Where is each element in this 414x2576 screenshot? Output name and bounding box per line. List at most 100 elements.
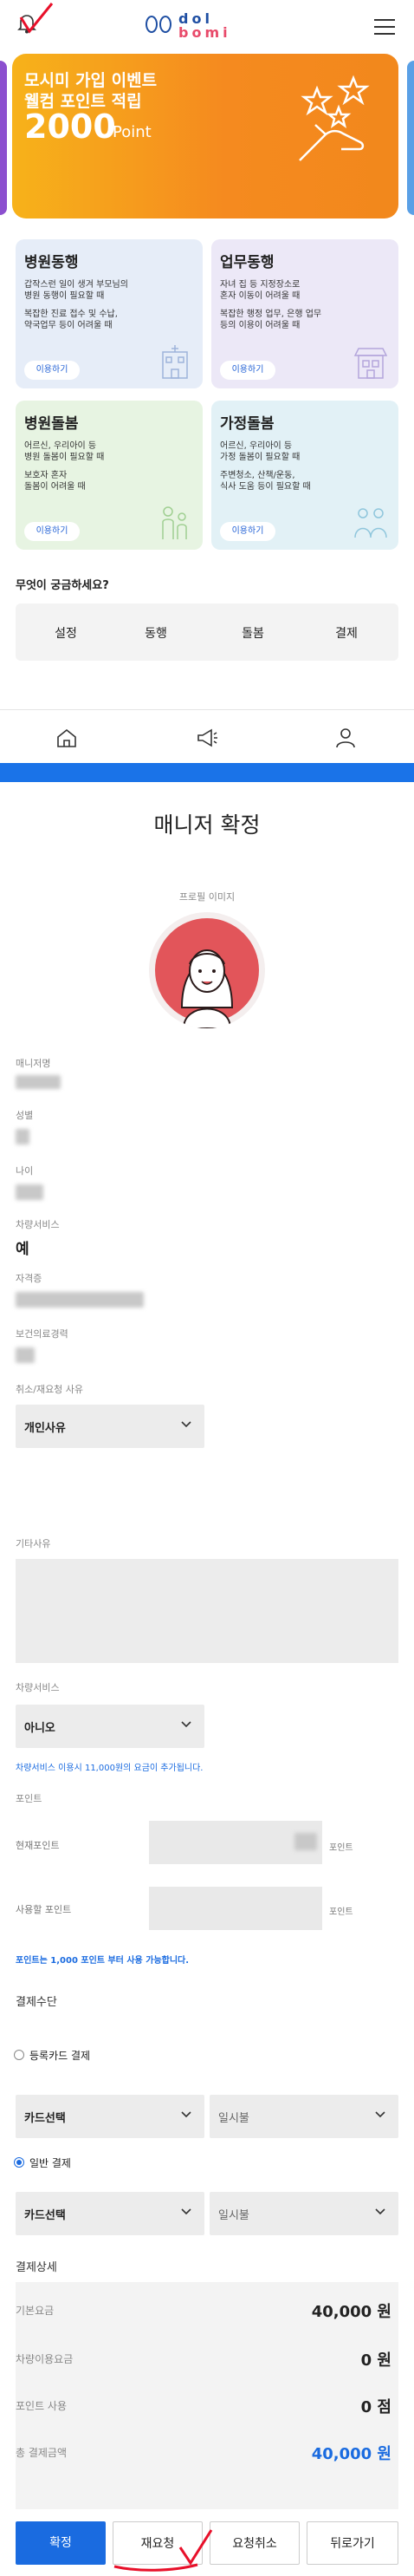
manager-name-value-redacted	[16, 1075, 61, 1089]
event-banner[interactable]: 모시미 가입 이벤트 웰컴 포인트 적립 2000 Point	[12, 54, 398, 218]
card-title: 병원돌봄	[24, 415, 79, 433]
point-use-value: 0 점	[360, 2398, 391, 2416]
card-desc: 병원 돌봄이 필요할 때	[24, 453, 105, 462]
vehicle-fee-label: 차량이용요금	[16, 2353, 74, 2365]
carousel-next-slide[interactable]	[407, 61, 414, 215]
cancel-request-button[interactable]: 요청취소	[210, 2521, 300, 2565]
other-reason-textarea[interactable]	[16, 1559, 398, 1663]
profile-image-label: 프로필 이미지	[178, 891, 236, 903]
use-button[interactable]: 이용하기	[24, 361, 80, 380]
service-card-hospital-companion[interactable]: 병원동행 갑작스런 일이 생겨 부모님의 병원 동행이 필요할 때 복잡한 진료…	[16, 239, 203, 388]
card-desc: 등의 이용이 어려울 때	[220, 321, 301, 330]
user-icon[interactable]	[334, 727, 357, 749]
other-reason-label: 기타사유	[16, 1538, 51, 1549]
reason-label: 취소/재요청 사유	[16, 1384, 84, 1395]
experience-value-redacted	[16, 1347, 35, 1363]
banner-point-unit: Point	[113, 123, 152, 141]
point-label: 포인트	[16, 1793, 42, 1804]
faq-item-payment[interactable]: 결제	[320, 624, 372, 642]
banner-line1: 모시미 가입 이벤트	[24, 71, 158, 90]
general-installment-select[interactable]: 일시불	[210, 2192, 398, 2235]
general-payment-radio[interactable]	[14, 2157, 24, 2168]
experience-label: 보건의료경력	[16, 1328, 68, 1340]
gender-label: 성별	[16, 1110, 34, 1121]
use-button[interactable]: 이용하기	[220, 361, 275, 380]
card-desc: 보호자 혼자	[24, 471, 68, 480]
family-icon	[352, 503, 390, 541]
current-point-unit: 포인트	[329, 1843, 353, 1853]
point-note: 포인트는 1,000 포인트 부터 사용 가능합니다.	[16, 1956, 190, 1966]
general-card-select[interactable]: 카드선택	[16, 2192, 204, 2235]
age-value-redacted	[16, 1184, 43, 1200]
card-desc: 어르신, 우리아이 등	[220, 441, 293, 451]
reason-select-value: 개인사유	[24, 1422, 66, 1435]
card-desc: 가정 돌봄이 필요할 때	[220, 453, 301, 462]
card-select-value: 카드선택	[24, 2209, 66, 2222]
chevron-down-icon	[374, 2107, 386, 2119]
back-button[interactable]: 뒤로가기	[307, 2521, 398, 2565]
reason-select[interactable]: 개인사유	[16, 1405, 204, 1448]
general-payment-label[interactable]: 일반 결제	[29, 2155, 71, 2170]
card-desc: 식사 도움 등이 필요할 때	[220, 482, 311, 492]
home-icon[interactable]	[55, 727, 78, 749]
total-value: 40,000 원	[311, 2445, 391, 2463]
card-desc: 혼자 이동이 어려울 때	[220, 291, 301, 301]
use-point-label: 사용할 포인트	[16, 1904, 72, 1915]
service-card-home-care[interactable]: 가정돌봄 어르신, 우리아이 등 가정 돌봄이 필요할 때 주변청소, 산책/운…	[211, 401, 398, 550]
service-card-work-companion[interactable]: 업무동행 자녀 집 등 지정장소로 혼자 이동이 어려울 때 복잡한 행정 업무…	[211, 239, 398, 388]
megaphone-icon[interactable]	[196, 727, 218, 749]
card-select-value: 카드선택	[24, 2112, 66, 2125]
confirm-button[interactable]: 확정	[16, 2521, 106, 2565]
registered-card-radio[interactable]	[14, 2050, 24, 2060]
stars-hand-icon	[291, 69, 386, 165]
faq-item-companion[interactable]: 동행	[130, 624, 182, 642]
logo-text-bottom: bomi	[178, 24, 231, 41]
use-point-input[interactable]	[149, 1887, 322, 1930]
manager-avatar	[149, 912, 265, 1028]
registered-installment-select[interactable]: 일시불	[210, 2095, 398, 2138]
faq-item-care[interactable]: 돌봄	[227, 624, 279, 642]
license-label: 자격증	[16, 1273, 42, 1284]
installment-select-value: 일시불	[218, 2209, 249, 2222]
total-label: 총 결제금액	[16, 2447, 68, 2459]
card-desc: 자녀 집 등 지정장소로	[220, 280, 301, 290]
vehicle-service-select[interactable]: 아니오	[16, 1705, 204, 1748]
registered-card-label[interactable]: 등록카드 결제	[29, 2048, 90, 2063]
faq-categories: 설정 동행 돌봄 결제	[16, 603, 398, 661]
payment-method-label: 결제수단	[16, 1996, 57, 2009]
page-title: 매니저 확정	[153, 812, 261, 838]
use-button[interactable]: 이용하기	[220, 522, 275, 541]
card-desc: 약국업무 등이 어려울 때	[24, 321, 113, 330]
card-desc: 주변청소, 산책/운동,	[220, 471, 295, 480]
faq-item-settings[interactable]: 설정	[40, 624, 92, 642]
chevron-down-icon	[180, 2107, 192, 2119]
manager-name-label: 매니저명	[16, 1058, 51, 1069]
dolbomi-logo[interactable]: dol bomi	[144, 10, 265, 41]
people-icon	[156, 503, 194, 541]
card-desc: 병원 동행이 필요할 때	[24, 291, 105, 301]
installment-select-value: 일시불	[218, 2112, 249, 2125]
section-separator	[0, 763, 414, 782]
current-point-label: 현재포인트	[16, 1840, 60, 1851]
chevron-down-icon	[180, 1717, 192, 1729]
current-point-field	[149, 1821, 322, 1864]
card-title: 병원동행	[24, 254, 79, 271]
chevron-down-icon	[180, 2204, 192, 2216]
use-button[interactable]: 이용하기	[24, 522, 80, 541]
card-desc: 돌봄이 어려울 때	[24, 482, 86, 492]
vehicle-value: 예	[16, 1241, 29, 1258]
card-desc: 갑작스런 일이 생겨 부모님의	[24, 280, 128, 290]
divider	[0, 709, 414, 710]
registered-card-select[interactable]: 카드선택	[16, 2095, 204, 2138]
base-fee-label: 기본요금	[16, 2305, 55, 2317]
age-label: 나이	[16, 1165, 34, 1177]
hospital-building-icon	[156, 342, 194, 380]
card-title: 가정돌봄	[220, 415, 275, 433]
payment-detail-box: 기본요금 40,000 원 차량이용요금 0 원 포인트 사용 0 점 총 결제…	[16, 2282, 398, 2509]
vehicle-fee-value: 0 원	[360, 2351, 391, 2370]
hamburger-menu-icon[interactable]	[374, 19, 395, 35]
vehicle-service-label: 차량서비스	[16, 1682, 60, 1693]
service-card-hospital-care[interactable]: 병원돌봄 어르신, 우리아이 등 병원 돌봄이 필요할 때 보호자 혼자 돌봄이…	[16, 401, 203, 550]
carousel-prev-slide[interactable]	[0, 61, 7, 215]
card-desc: 복잡한 진료 접수 및 수납,	[24, 310, 118, 319]
